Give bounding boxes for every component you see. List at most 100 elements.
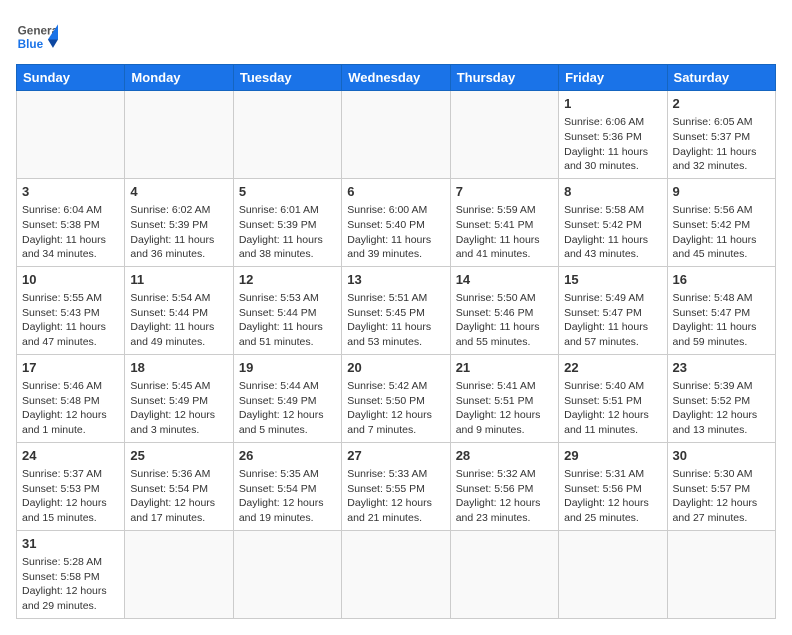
calendar-cell: 27 Sunrise: 5:33 AM Sunset: 5:55 PM Dayli… bbox=[342, 442, 450, 530]
calendar-cell: 31Sunrise: 5:28 AM Sunset: 5:58 PM Dayli… bbox=[17, 530, 125, 618]
cell-sun-info: Sunrise: 5:42 AM Sunset: 5:50 PM Dayligh… bbox=[347, 379, 444, 438]
calendar-cell: 19 Sunrise: 5:44 AM Sunset: 5:49 PM Dayli… bbox=[233, 354, 341, 442]
cell-sun-info: Sunrise: 5:41 AM Sunset: 5:51 PM Dayligh… bbox=[456, 379, 553, 438]
calendar-cell bbox=[450, 530, 558, 618]
calendar-cell bbox=[450, 91, 558, 179]
week-row-0: 1 Sunrise: 6:06 AM Sunset: 5:36 PM Daylig… bbox=[17, 91, 776, 179]
cell-sun-info: Sunrise: 6:01 AM Sunset: 5:39 PM Dayligh… bbox=[239, 203, 336, 262]
day-header-thursday: Thursday bbox=[450, 65, 558, 91]
date-number: 22 bbox=[564, 359, 661, 377]
date-number: 8 bbox=[564, 183, 661, 201]
cell-sun-info: Sunrise: 5:40 AM Sunset: 5:51 PM Dayligh… bbox=[564, 379, 661, 438]
calendar-cell: 17 Sunrise: 5:46 AM Sunset: 5:48 PM Dayli… bbox=[17, 354, 125, 442]
cell-sun-info: Sunrise: 5:35 AM Sunset: 5:54 PM Dayligh… bbox=[239, 467, 336, 526]
week-row-1: 3Sunrise: 6:04 AM Sunset: 5:38 PM Daylig… bbox=[17, 178, 776, 266]
logo-area: General Blue bbox=[16, 16, 58, 58]
cell-sun-info: Sunrise: 5:51 AM Sunset: 5:45 PM Dayligh… bbox=[347, 291, 444, 350]
date-number: 28 bbox=[456, 447, 553, 465]
date-number: 13 bbox=[347, 271, 444, 289]
date-number: 26 bbox=[239, 447, 336, 465]
date-number: 12 bbox=[239, 271, 336, 289]
calendar-cell: 13 Sunrise: 5:51 AM Sunset: 5:45 PM Dayli… bbox=[342, 266, 450, 354]
calendar-cell: 8 Sunrise: 5:58 AM Sunset: 5:42 PM Daylig… bbox=[559, 178, 667, 266]
day-header-wednesday: Wednesday bbox=[342, 65, 450, 91]
date-number: 24 bbox=[22, 447, 119, 465]
calendar-cell: 4 Sunrise: 6:02 AM Sunset: 5:39 PM Daylig… bbox=[125, 178, 233, 266]
date-number: 6 bbox=[347, 183, 444, 201]
cell-sun-info: Sunrise: 5:50 AM Sunset: 5:46 PM Dayligh… bbox=[456, 291, 553, 350]
date-number: 29 bbox=[564, 447, 661, 465]
calendar-cell: 22 Sunrise: 5:40 AM Sunset: 5:51 PM Dayli… bbox=[559, 354, 667, 442]
cell-sun-info: Sunrise: 6:00 AM Sunset: 5:40 PM Dayligh… bbox=[347, 203, 444, 262]
calendar-cell bbox=[342, 91, 450, 179]
svg-text:Blue: Blue bbox=[18, 38, 44, 51]
calendar-cell: 23 Sunrise: 5:39 AM Sunset: 5:52 PM Dayli… bbox=[667, 354, 775, 442]
calendar-cell: 7Sunrise: 5:59 AM Sunset: 5:41 PM Daylig… bbox=[450, 178, 558, 266]
calendar-cell: 20Sunrise: 5:42 AM Sunset: 5:50 PM Dayli… bbox=[342, 354, 450, 442]
cell-sun-info: Sunrise: 5:58 AM Sunset: 5:42 PM Dayligh… bbox=[564, 203, 661, 262]
cell-sun-info: Sunrise: 5:46 AM Sunset: 5:48 PM Dayligh… bbox=[22, 379, 119, 438]
date-number: 30 bbox=[673, 447, 770, 465]
cell-sun-info: Sunrise: 5:55 AM Sunset: 5:43 PM Dayligh… bbox=[22, 291, 119, 350]
date-number: 31 bbox=[22, 535, 119, 553]
week-row-5: 31Sunrise: 5:28 AM Sunset: 5:58 PM Dayli… bbox=[17, 530, 776, 618]
date-number: 19 bbox=[239, 359, 336, 377]
cell-sun-info: Sunrise: 5:44 AM Sunset: 5:49 PM Dayligh… bbox=[239, 379, 336, 438]
day-header-friday: Friday bbox=[559, 65, 667, 91]
date-number: 14 bbox=[456, 271, 553, 289]
date-number: 18 bbox=[130, 359, 227, 377]
week-row-4: 24 Sunrise: 5:37 AM Sunset: 5:53 PM Dayli… bbox=[17, 442, 776, 530]
calendar-cell bbox=[667, 530, 775, 618]
logo-icon: General Blue bbox=[16, 16, 58, 58]
cell-sun-info: Sunrise: 5:45 AM Sunset: 5:49 PM Dayligh… bbox=[130, 379, 227, 438]
week-row-2: 10Sunrise: 5:55 AM Sunset: 5:43 PM Dayli… bbox=[17, 266, 776, 354]
calendar-cell: 9Sunrise: 5:56 AM Sunset: 5:42 PM Daylig… bbox=[667, 178, 775, 266]
calendar-cell: 25 Sunrise: 5:36 AM Sunset: 5:54 PM Dayli… bbox=[125, 442, 233, 530]
date-number: 21 bbox=[456, 359, 553, 377]
cell-sun-info: Sunrise: 6:02 AM Sunset: 5:39 PM Dayligh… bbox=[130, 203, 227, 262]
cell-sun-info: Sunrise: 5:33 AM Sunset: 5:55 PM Dayligh… bbox=[347, 467, 444, 526]
calendar-cell: 21 Sunrise: 5:41 AM Sunset: 5:51 PM Dayli… bbox=[450, 354, 558, 442]
calendar-cell bbox=[559, 530, 667, 618]
calendar-cell: 30 Sunrise: 5:30 AM Sunset: 5:57 PM Dayli… bbox=[667, 442, 775, 530]
page-header: General Blue bbox=[16, 16, 776, 58]
calendar-cell: 10Sunrise: 5:55 AM Sunset: 5:43 PM Dayli… bbox=[17, 266, 125, 354]
calendar-cell: 11Sunrise: 5:54 AM Sunset: 5:44 PM Dayli… bbox=[125, 266, 233, 354]
day-header-saturday: Saturday bbox=[667, 65, 775, 91]
day-header-sunday: Sunday bbox=[17, 65, 125, 91]
date-number: 5 bbox=[239, 183, 336, 201]
cell-sun-info: Sunrise: 5:32 AM Sunset: 5:56 PM Dayligh… bbox=[456, 467, 553, 526]
date-number: 4 bbox=[130, 183, 227, 201]
cell-sun-info: Sunrise: 5:53 AM Sunset: 5:44 PM Dayligh… bbox=[239, 291, 336, 350]
calendar-cell bbox=[342, 530, 450, 618]
calendar-cell: 18 Sunrise: 5:45 AM Sunset: 5:49 PM Dayli… bbox=[125, 354, 233, 442]
calendar-cell bbox=[125, 91, 233, 179]
calendar-cell bbox=[233, 91, 341, 179]
page-container: General Blue SundayMondayTuesdayWednesda… bbox=[16, 16, 776, 619]
calendar-cell bbox=[233, 530, 341, 618]
date-number: 1 bbox=[564, 95, 661, 113]
cell-sun-info: Sunrise: 5:39 AM Sunset: 5:52 PM Dayligh… bbox=[673, 379, 770, 438]
date-number: 27 bbox=[347, 447, 444, 465]
cell-sun-info: Sunrise: 6:05 AM Sunset: 5:37 PM Dayligh… bbox=[673, 115, 770, 174]
cell-sun-info: Sunrise: 5:36 AM Sunset: 5:54 PM Dayligh… bbox=[130, 467, 227, 526]
cell-sun-info: Sunrise: 5:31 AM Sunset: 5:56 PM Dayligh… bbox=[564, 467, 661, 526]
date-number: 9 bbox=[673, 183, 770, 201]
cell-sun-info: Sunrise: 5:30 AM Sunset: 5:57 PM Dayligh… bbox=[673, 467, 770, 526]
date-number: 17 bbox=[22, 359, 119, 377]
calendar-cell: 12 Sunrise: 5:53 AM Sunset: 5:44 PM Dayli… bbox=[233, 266, 341, 354]
date-number: 23 bbox=[673, 359, 770, 377]
calendar-cell bbox=[125, 530, 233, 618]
date-number: 16 bbox=[673, 271, 770, 289]
calendar-cell: 14 Sunrise: 5:50 AM Sunset: 5:46 PM Dayli… bbox=[450, 266, 558, 354]
cell-sun-info: Sunrise: 6:04 AM Sunset: 5:38 PM Dayligh… bbox=[22, 203, 119, 262]
calendar-cell: 26 Sunrise: 5:35 AM Sunset: 5:54 PM Dayli… bbox=[233, 442, 341, 530]
date-number: 25 bbox=[130, 447, 227, 465]
calendar-header-row: SundayMondayTuesdayWednesdayThursdayFrid… bbox=[17, 65, 776, 91]
week-row-3: 17 Sunrise: 5:46 AM Sunset: 5:48 PM Dayli… bbox=[17, 354, 776, 442]
cell-sun-info: Sunrise: 5:37 AM Sunset: 5:53 PM Dayligh… bbox=[22, 467, 119, 526]
calendar-cell: 2Sunrise: 6:05 AM Sunset: 5:37 PM Daylig… bbox=[667, 91, 775, 179]
calendar-cell: 29 Sunrise: 5:31 AM Sunset: 5:56 PM Dayli… bbox=[559, 442, 667, 530]
date-number: 7 bbox=[456, 183, 553, 201]
cell-sun-info: Sunrise: 6:06 AM Sunset: 5:36 PM Dayligh… bbox=[564, 115, 661, 174]
